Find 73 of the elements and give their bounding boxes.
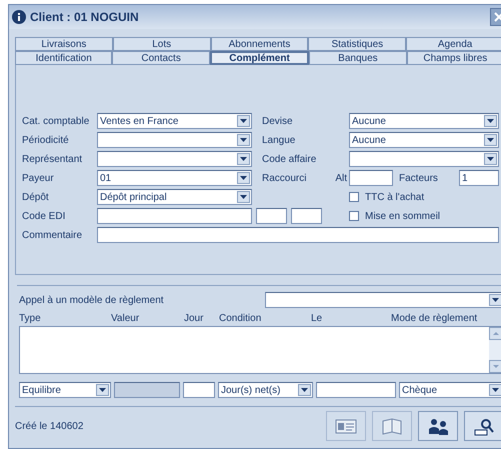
field-label: Langue [262,134,296,146]
dropdown-arrow-icon [240,157,247,161]
tab[interactable]: Lots [112,37,211,51]
column-header: Le [311,313,324,324]
dropdown-arrow-icon [301,388,308,392]
input-field[interactable] [97,208,252,224]
column-header: Condition [219,313,262,324]
checkbox-label: Mise en sommeil [365,210,440,222]
tab[interactable]: Statistiques [308,37,406,51]
field-label: Code affaire [262,154,316,164]
input-field[interactable] [183,382,215,398]
dropdown-arrow-icon [240,119,247,123]
field-label: Devise [262,116,293,126]
dropdown-arrow-icon [99,388,106,392]
dropdown[interactable]: Aucune [349,132,499,148]
dropdown-arrow-icon [487,157,494,161]
input-field[interactable] [349,170,393,186]
dropdown[interactable] [349,151,499,167]
field-label: Facteurs [399,172,439,184]
tab[interactable]: Livraisons [15,37,113,51]
dropdown-arrow-icon [240,195,247,199]
dropdown[interactable]: Chèque [399,382,501,398]
tab[interactable]: Identification [15,51,112,65]
field-label: Raccourci [262,172,306,184]
dropdown[interactable]: Ventes en France [97,113,252,129]
tab[interactable]: Champs libres [406,51,501,65]
dropdown-arrow-icon [240,176,247,180]
dropdown-arrow-icon [487,138,494,142]
column-header: Type [19,313,42,324]
checkbox[interactable] [349,192,359,202]
window-title: Client : 01 NOGUIN [30,10,140,24]
input-field[interactable] [316,382,396,398]
scrollbar[interactable] [489,327,501,373]
column-header: Jour [184,313,204,324]
list-box[interactable] [19,326,501,374]
dropdown-arrow-icon [492,388,499,392]
dropdown-arrow-icon [487,119,494,123]
dropdown[interactable]: Jour(s) net(s) [218,382,313,398]
dropdown[interactable]: 01 [97,170,252,186]
input-field[interactable] [291,208,322,224]
tab[interactable]: Contacts [112,51,210,65]
field-label: Commentaire [22,230,84,240]
tab[interactable]: Complément [210,51,310,65]
checkbox-label: TTC à l'achat [365,192,424,202]
field-label: Dépôt [22,192,50,202]
dropdown[interactable]: Equilibre [19,382,111,398]
input-field[interactable] [256,208,287,224]
toolbar-button[interactable] [464,411,501,441]
dropdown[interactable] [97,132,252,148]
input-field[interactable] [97,227,499,243]
field-label: Périodicité [22,134,70,146]
field-label: Code EDI [22,210,66,222]
field-label: Appel à un modèle de règlement [19,294,164,306]
tab[interactable]: Banques [309,51,407,65]
field-label: Représentant [22,154,84,164]
dropdown[interactable]: Aucune [349,113,499,129]
field-label: Payeur [22,172,55,184]
dropdown-arrow-icon [240,138,247,142]
tab[interactable]: Abonnements [210,37,308,51]
toolbar-button[interactable] [418,411,458,441]
column-header: Mode de règlement [391,313,478,324]
dropdown[interactable] [97,151,252,167]
checkbox[interactable] [349,211,359,221]
dropdown-arrow-icon [492,298,499,302]
tab[interactable]: Agenda [406,37,501,51]
shortcut-prefix: Alt [335,172,347,184]
input-field[interactable]: 1 [459,170,499,186]
field-label: Cat. comptable [22,116,90,126]
info-icon [12,10,26,24]
dropdown[interactable]: Dépôt principal [97,189,252,205]
created-date: Créé le 140602 [15,420,84,432]
column-header: Valeur [111,313,140,324]
dropdown[interactable] [265,292,501,308]
